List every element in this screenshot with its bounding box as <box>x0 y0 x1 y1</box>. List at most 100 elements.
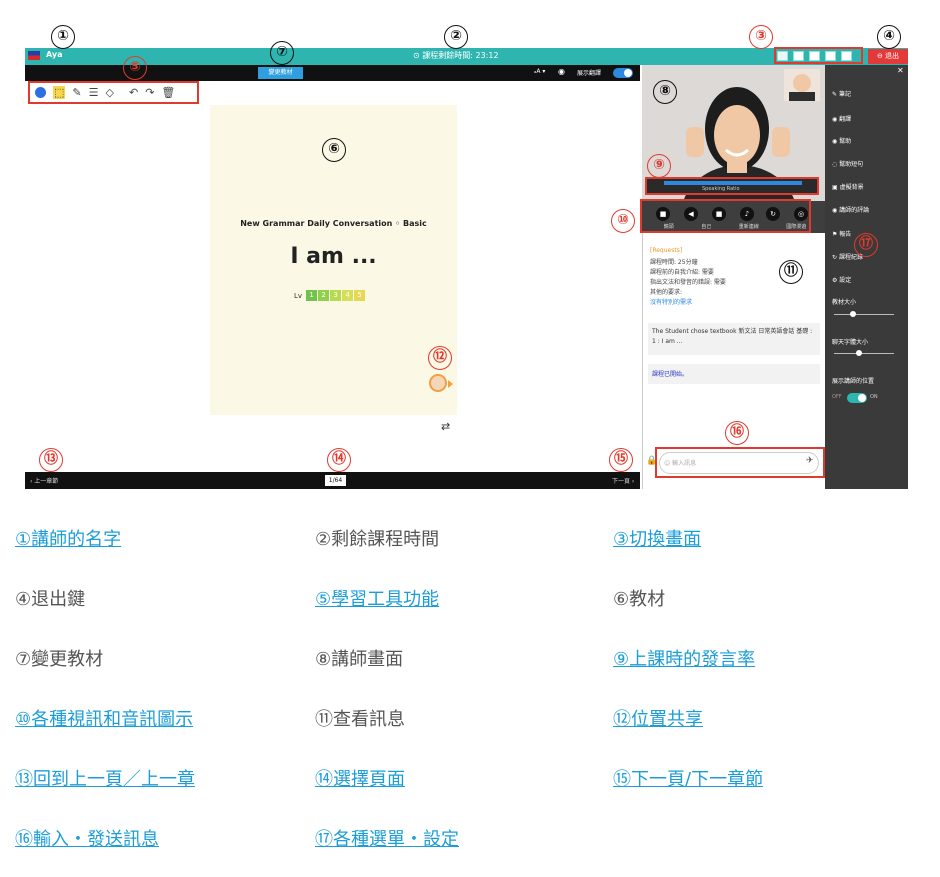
marker-13: ⑬ <box>38 444 64 472</box>
marker-3: ③ <box>748 21 774 49</box>
show-translation-label: 展示翻譯 <box>577 70 602 77</box>
highlight-av-controls <box>640 199 811 233</box>
request-line: 其他的要求: <box>650 289 683 296</box>
menu-label: 報告 <box>839 231 852 238</box>
highlight-message-input <box>655 447 825 478</box>
menu-item-settings[interactable]: ⚙ 設定 <box>832 275 851 284</box>
requests-header: [Requests] <box>650 247 683 254</box>
caption-16[interactable]: ⑯輸入・發送訊息 <box>15 829 159 851</box>
level-5: 5 <box>354 290 366 301</box>
translate-icon[interactable]: ⇄ <box>441 420 450 433</box>
material-size-slider[interactable] <box>834 314 894 315</box>
request-line: 課程前的自我介紹: 需要 <box>650 269 714 276</box>
material-title: I am ... <box>290 244 377 269</box>
student-message: The Student chose textbook 新文法 日常英語會話 基礎… <box>648 323 820 355</box>
caption-11: ⑪查看訊息 <box>315 709 405 730</box>
menu-label: 幫助短句 <box>839 161 864 168</box>
marker-7: ⑦ <box>269 37 295 65</box>
slider-handle[interactable] <box>856 350 862 356</box>
menu-label: 翻譯 <box>839 116 852 123</box>
remaining-time: ⊙ 課程剩餘時間: 23:12 <box>413 51 499 60</box>
pointer-arrow-icon <box>448 380 453 388</box>
chat-size-label: 聊天字體大小 <box>832 339 869 346</box>
marker-2: ② <box>443 21 469 49</box>
material-size-label: 教材大小 <box>832 299 857 306</box>
menu-item-translate[interactable]: ◉ 翻譯 <box>832 114 851 123</box>
flag-icon <box>28 51 40 60</box>
marker-4: ④ <box>876 21 902 49</box>
level-4: 4 <box>342 290 354 301</box>
caption-10[interactable]: ⑩各種視訊和音訊圖示 <box>15 709 193 731</box>
prev-chapter-button[interactable]: ‹ 上一章節 <box>30 476 58 485</box>
marker-11: ⑪ <box>778 256 804 284</box>
marker-9: ⑨ <box>646 150 672 178</box>
menu-item-notes[interactable]: ✎ 筆記 <box>832 89 851 98</box>
caption-5[interactable]: ⑤學習工具功能 <box>315 589 439 611</box>
menu-label: 筆記 <box>838 91 851 98</box>
caption-8: ⑧講師畫面 <box>315 649 404 670</box>
highlight-tools <box>28 81 199 104</box>
change-material-button[interactable]: 變更教材 <box>258 67 303 79</box>
menu-label: 講師的評論 <box>839 207 870 214</box>
marker-15: ⑮ <box>608 444 634 472</box>
globe-icon[interactable]: ◉ <box>558 67 565 76</box>
request-line: 課程時間: 25分鐘 <box>650 259 698 266</box>
menu-label: 虛擬背景 <box>839 184 864 191</box>
font-size-select[interactable]: ₐA ▾ <box>534 68 545 75</box>
caption-2: ②剩餘課程時間 <box>315 529 440 550</box>
marker-1: ① <box>50 21 76 49</box>
caption-13[interactable]: ⑬回到上一頁／上一章 <box>15 769 195 791</box>
caption-15[interactable]: ⑮下一頁/下一章節 <box>613 769 763 791</box>
exit-button[interactable]: ⊖ 退出 <box>868 49 908 64</box>
position-toggle[interactable] <box>847 393 867 403</box>
menu-label: 設定 <box>839 277 852 284</box>
menu-item-report[interactable]: ⚑ 報告 <box>832 229 851 238</box>
level-2: 2 <box>318 290 330 301</box>
caption-1[interactable]: ①講師的名字 <box>15 529 121 551</box>
show-position-label: 展示講師的位置 <box>832 378 875 385</box>
on-label: ON <box>870 394 878 400</box>
marker-14: ⑭ <box>326 444 352 472</box>
caption-14[interactable]: ⑭選擇頁面 <box>315 769 405 791</box>
level-1: 1 <box>306 290 318 301</box>
highlight-layouts <box>774 47 863 64</box>
caption-6: ⑥教材 <box>613 589 666 610</box>
teacher-position-avatar[interactable] <box>429 374 447 392</box>
requests-list: 課程時間: 25分鐘 課程前的自我介紹: 需要 指出文法和發音的錯誤: 需要 其… <box>650 258 726 308</box>
close-icon[interactable]: ✕ <box>897 66 904 75</box>
caption-12[interactable]: ⑫位置共享 <box>613 709 703 731</box>
caption-9[interactable]: ⑨上課時的發言率 <box>613 649 755 671</box>
menu-item-help[interactable]: ◉ 幫助 <box>832 136 851 145</box>
material-subtitle: New Grammar Daily Conversation ◦ Basic <box>240 219 427 228</box>
next-page-button[interactable]: 下一頁 › <box>612 476 634 485</box>
request-line: 指出文法和發音的錯誤: 需要 <box>650 279 726 286</box>
chat-size-slider[interactable] <box>834 353 894 354</box>
request-line: 沒有特別的需求 <box>650 299 693 306</box>
lesson-started-message: 課程已開始。 <box>648 364 820 384</box>
page-select[interactable]: 1/64 <box>325 475 346 486</box>
marker-17: ⑰ <box>853 229 879 257</box>
caption-17[interactable]: ⑰各種選單・設定 <box>315 829 459 851</box>
off-label: OFF <box>832 394 842 400</box>
highlight-speaking-ratio <box>645 177 819 195</box>
marker-16: ⑯ <box>724 417 750 445</box>
menu-item-phrases[interactable]: ◌ 幫助短句 <box>832 159 863 168</box>
caption-7: ⑦變更教材 <box>15 649 104 670</box>
teacher-name: Aya <box>46 50 63 59</box>
marker-12: ⑫ <box>427 342 453 370</box>
toolbar-row <box>25 65 640 81</box>
translation-toggle[interactable] <box>613 68 633 78</box>
marker-8: ⑧ <box>652 76 678 104</box>
level-label: Lv <box>294 291 303 300</box>
menu-item-review[interactable]: ◉ 講師的評論 <box>832 205 869 214</box>
marker-10: ⑩ <box>610 205 636 233</box>
marker-6: ⑥ <box>321 134 347 162</box>
level-indicator: Lv 1 2 3 4 5 <box>294 290 366 301</box>
menu-item-background[interactable]: ▣ 虛擬背景 <box>832 182 864 191</box>
caption-4: ④退出鍵 <box>15 589 86 610</box>
level-3: 3 <box>330 290 342 301</box>
slider-handle[interactable] <box>850 311 856 317</box>
marker-5: ⑤ <box>122 52 148 80</box>
menu-label: 幫助 <box>839 138 852 145</box>
caption-3[interactable]: ③切換畫面 <box>613 529 701 551</box>
